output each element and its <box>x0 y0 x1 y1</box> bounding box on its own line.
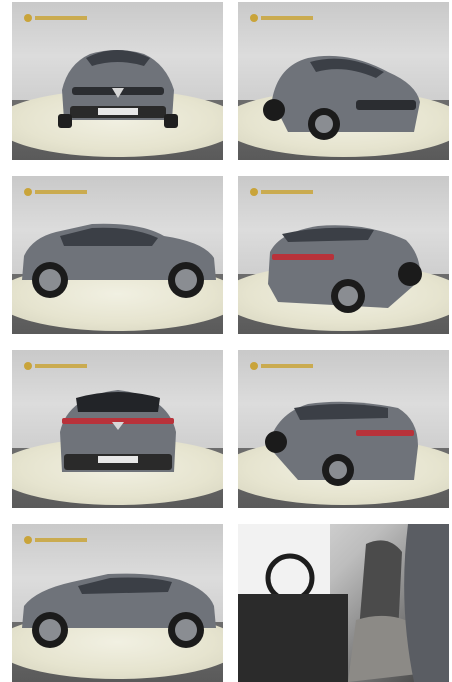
photo-thumbnail-side[interactable] <box>12 176 223 334</box>
photo-gallery <box>0 0 452 682</box>
car-side-view <box>22 223 216 298</box>
car-rear-three-quarter-view <box>268 225 422 313</box>
car-front-three-quarter-view <box>263 55 420 140</box>
photo-thumbnail-rear-three-quarter[interactable] <box>238 176 449 334</box>
car-rear-three-quarter-right-view <box>265 401 418 486</box>
car-interior-view <box>238 524 449 682</box>
photo-thumbnail-rear[interactable] <box>12 350 223 508</box>
photo-thumbnail-rear-three-quarter-right[interactable] <box>238 350 449 508</box>
car-rear-view <box>60 390 176 472</box>
car-side-alt-view <box>22 573 216 648</box>
photo-thumbnail-front-three-quarter[interactable] <box>238 2 449 160</box>
car-front-view <box>58 50 178 128</box>
photo-thumbnail-interior[interactable] <box>238 524 449 682</box>
photo-thumbnail-side-alt[interactable] <box>12 524 223 682</box>
photo-thumbnail-front[interactable] <box>12 2 223 160</box>
